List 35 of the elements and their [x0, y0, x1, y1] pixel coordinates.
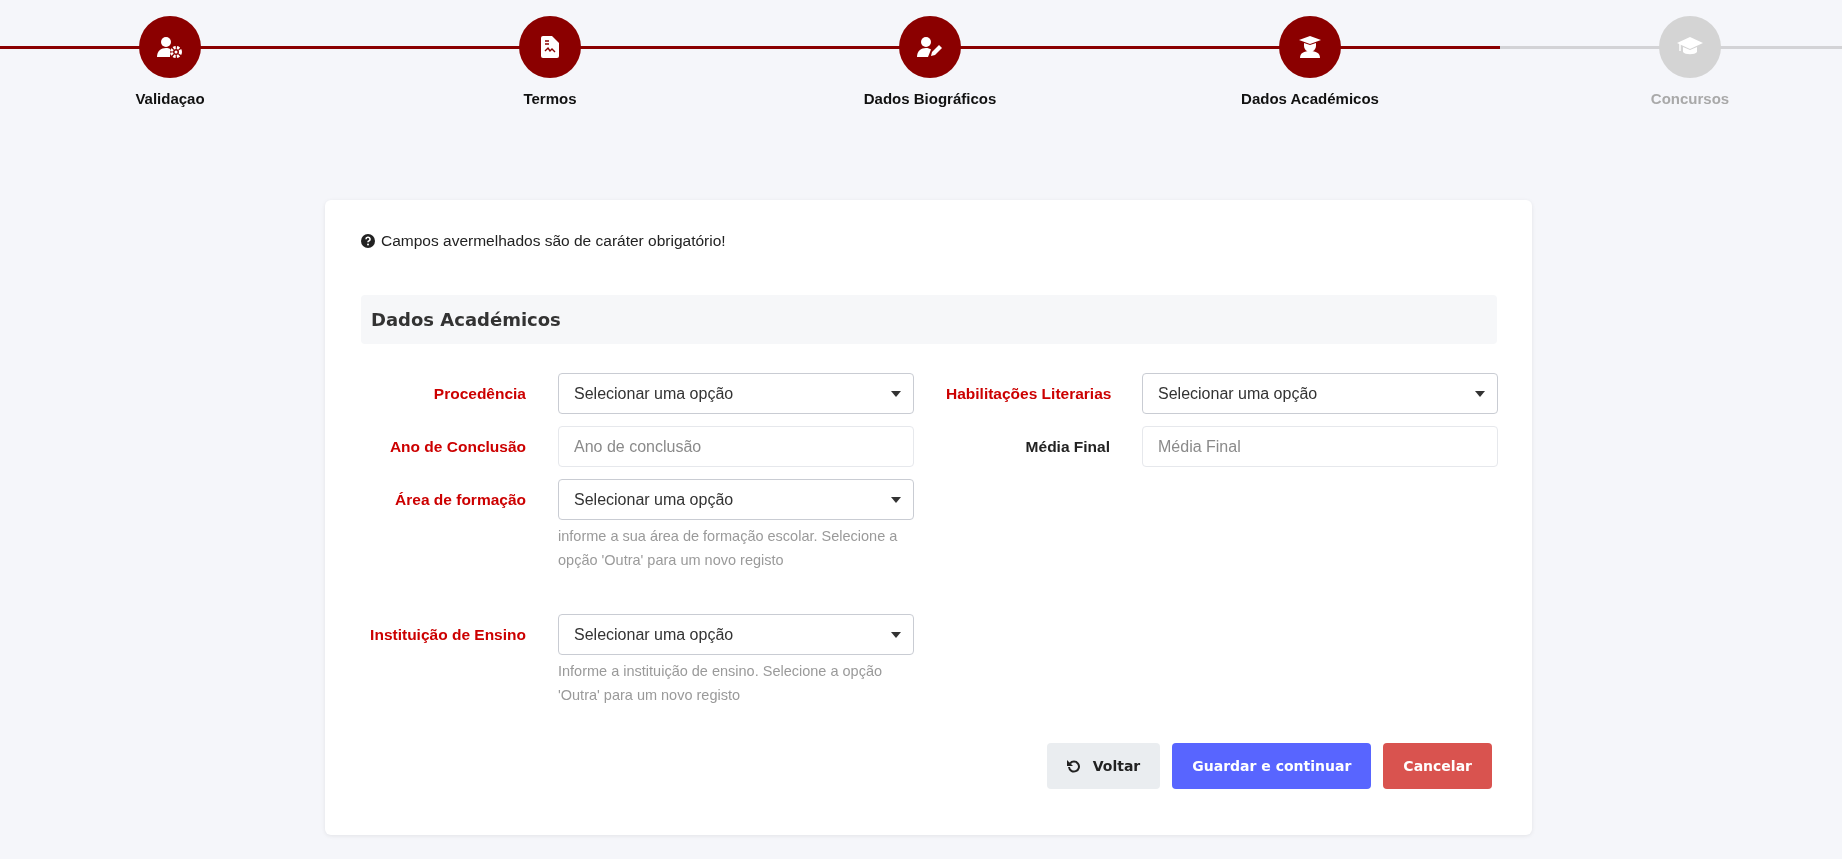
field-label: Área de formação: [394, 490, 526, 509]
input-field[interactable]: Ano de conclusão: [558, 426, 914, 467]
field-label: Média Final: [1024, 437, 1110, 456]
help-text: informe a sua área de formação escolar. Selecione a opção 'Outra' para um novo registo: [558, 527, 899, 570]
caret-icon: [891, 390, 901, 397]
step-label: Termos: [523, 90, 577, 107]
caret-icon: [891, 631, 901, 638]
dropdown[interactable]: Selecionar uma opção: [558, 373, 914, 414]
field-label: Ano de Conclusão: [388, 437, 526, 456]
help-icon: [361, 234, 375, 248]
undo-icon: [1066, 759, 1081, 773]
step-label: Concursos: [1650, 90, 1730, 107]
document-icon: [541, 36, 559, 58]
user-pen-icon: [917, 36, 943, 58]
dropdown[interactable]: Selecionar uma opção: [1142, 373, 1498, 414]
back-button[interactable]: Voltar: [1046, 743, 1161, 789]
notice-text: Campos avermelhados são de caráter obrigatório!: [381, 232, 726, 250]
field-label: Procedência: [432, 384, 526, 403]
section-title: Dados Académicos: [371, 309, 561, 330]
input-field[interactable]: Média Final: [1142, 426, 1498, 467]
graduate-icon: [1298, 36, 1322, 58]
graduation-cap-icon: [1677, 37, 1703, 57]
step-label: Validaçao: [135, 90, 205, 107]
dropdown[interactable]: Selecionar uma opção: [558, 614, 914, 655]
user-gear-icon: [157, 36, 183, 58]
step-label: Dados Biográficos: [863, 90, 997, 107]
save-button[interactable]: Guardar e continuar: [1172, 743, 1372, 789]
help-text: Informe a instituição de ensino. Selecione a opção 'Outra' para um novo registo: [558, 662, 884, 705]
field-label: Habilitações Literarias: [946, 384, 1110, 403]
caret-icon: [891, 496, 901, 503]
cancel-button[interactable]: Cancelar: [1383, 743, 1492, 789]
caret-icon: [1475, 390, 1485, 397]
field-label: Instituição de Ensino: [369, 625, 526, 644]
step-label: Dados Académicos: [1241, 90, 1379, 107]
dropdown[interactable]: Selecionar uma opção: [558, 479, 914, 520]
